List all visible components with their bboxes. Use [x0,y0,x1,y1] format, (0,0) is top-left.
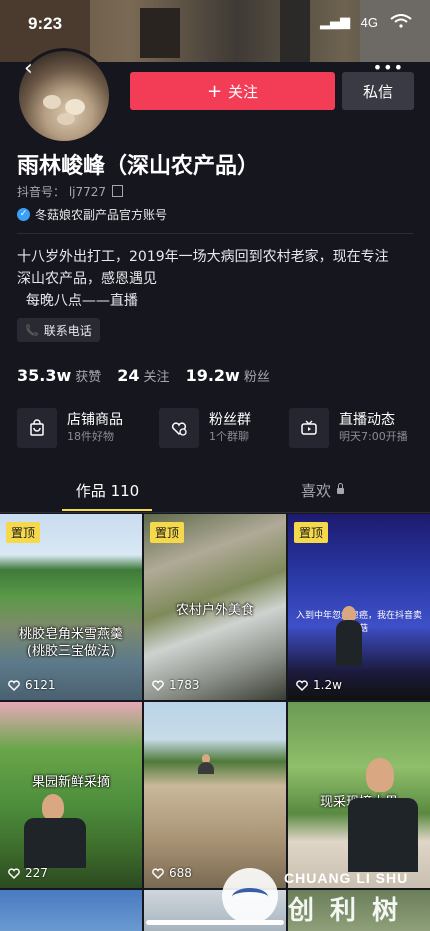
lock-icon [337,483,344,494]
contact-phone-button[interactable]: 📞 联系电话 [17,318,100,342]
verified-check-icon: ✓ [17,208,30,221]
divider [17,233,413,234]
live-subtitle: 明天7:00开播 [339,430,408,443]
fans-group-subtitle: 1个群聊 [209,430,249,443]
watermark-en: CHUANG LI SHU [284,870,409,886]
followers-count[interactable]: 19.2w [186,366,240,385]
message-label: 私信 [362,82,393,101]
douyin-id-text: 抖音号： lj7727 [17,185,107,199]
profile-stats: 35.3w 获赞 24 关注 19.2w 粉丝 [17,366,286,385]
live-entry[interactable]: 直播动态 明天7:00开播 [289,406,408,450]
video-likes-count: 1.2w [313,678,342,692]
video-card[interactable]: 688 [144,702,286,888]
shopping-bag-icon [17,408,57,448]
following-label[interactable]: 关注 [144,366,170,385]
watermark-logo: CHUANG LI SHU 创利树 [222,868,430,926]
message-button[interactable]: 私信 [342,72,414,110]
store-subtitle: 18件好物 [67,430,114,443]
tab-likes-label: 喜欢 [300,481,331,500]
person-head [42,794,64,820]
followers-label[interactable]: 粉丝 [244,366,270,385]
live-tv-icon [289,408,329,448]
video-caption: 果园新鲜采摘 [31,775,110,790]
store-entry[interactable]: 店铺商品 18件好物 [17,406,123,450]
video-likes: 1783 [152,678,200,692]
likes-count: 35.3w [17,366,72,385]
fans-group-icon [159,408,199,448]
person-body [24,818,86,868]
follow-button[interactable]: + 关注 [130,72,335,110]
pinned-badge: 置顶 [294,522,329,543]
phone-icon: 📞 [25,323,39,337]
video-caption: 桃胶皂角米雪燕羹 (桃胶三宝做法) [18,627,123,659]
copy-icon[interactable] [112,185,124,197]
heart-icon [152,867,164,879]
status-time: 9:23 [28,14,63,33]
plus-icon: + [206,80,223,102]
live-title: 直播动态 [339,412,395,428]
video-card[interactable]: 置顶 桃胶皂角米雪燕羹 (桃胶三宝做法) 6121 [0,514,142,700]
feature-entries: 店铺商品 18件好物 粉丝群 1个群聊 直播动态 明天7:00开播 [17,406,417,450]
content-tabs: 作品 110 喜欢 [0,470,430,513]
video-likes-count: 1783 [169,678,200,692]
pinned-badge: 置顶 [6,522,41,543]
speaker-body [336,620,362,666]
video-card[interactable]: 现采现摘水果 [288,702,430,888]
person-body [198,762,214,774]
watermark-emblem [222,868,278,924]
verified-badge: ✓ 冬菇娘农副产品官方账号 [17,206,167,223]
store-title: 店铺商品 [67,412,123,428]
likes-label: 获赞 [75,370,102,385]
video-likes: 1.2w [296,678,342,692]
person-body [348,798,418,872]
fans-group-entry[interactable]: 粉丝群 1个群聊 [159,406,251,450]
heart-icon [152,679,164,691]
video-card[interactable]: 置顶 入到中年忽然患癌，我在抖音卖花菇 1.2w [288,514,430,700]
network-label: 4G [360,15,378,30]
tab-works[interactable]: 作品 110 [0,470,215,510]
tab-likes[interactable]: 喜欢 [215,470,430,510]
following-count[interactable]: 24 [117,366,139,385]
bio-line: 十八岁外出打工，2019年一场大病回到农村老家，现在专注 [17,249,389,265]
signal-icon: ▂▄▆ [320,15,350,30]
profile-name: 雨林峻峰（深山农产品） [17,154,260,179]
video-likes-count: 6121 [25,678,56,692]
video-caption: 农村户外美食 [175,603,254,618]
video-likes: 6121 [8,678,56,692]
douyin-id: 抖音号： lj7727 [17,183,124,200]
person-head [366,758,394,792]
watermark-cn: 创利树 [288,896,415,926]
heart-icon [296,679,308,691]
pinned-badge: 置顶 [150,522,185,543]
status-bar: 9:23 ▂▄▆ 4G [0,0,430,44]
heart-icon [8,867,20,879]
contact-phone-label: 联系电话 [43,323,92,338]
video-card[interactable]: 果园新鲜采摘 227 [0,702,142,888]
home-indicator [146,920,284,925]
video-likes-count: 227 [25,866,48,880]
bio-line: 深山农产品，感恩遇见 [17,271,157,287]
video-card[interactable]: 置顶 农村户外美食 1783 [144,514,286,700]
video-likes-count: 688 [169,866,192,880]
verified-text: 冬菇娘农副产品官方账号 [35,208,168,222]
video-likes: 227 [8,866,48,880]
bio-line: 每晚八点——直播 [17,293,138,309]
heart-icon [8,679,20,691]
wifi-icon [390,14,412,28]
follow-label: 关注 [228,82,259,101]
video-card[interactable] [0,890,142,931]
video-likes: 688 [152,866,192,880]
fans-group-title: 粉丝群 [209,412,251,428]
bio: 十八岁外出打工，2019年一场大病回到农村老家，现在专注 深山农产品，感恩遇见 … [17,246,417,312]
tab-indicator [62,509,152,511]
back-icon[interactable]: ‹ [24,56,33,81]
